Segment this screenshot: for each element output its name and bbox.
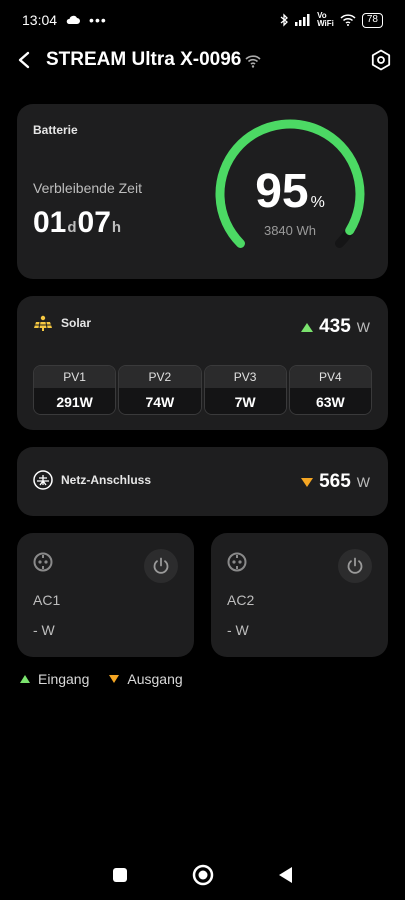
vowifi-label: Vo WiFi (317, 11, 334, 28)
battery-status-icon: 78 (361, 12, 383, 28)
solar-unit: W (356, 319, 370, 335)
legend-input-label: Eingang (38, 671, 90, 687)
back-nav-button[interactable] (278, 866, 294, 884)
solar-header: Solar (33, 315, 91, 331)
home-button[interactable] (192, 864, 214, 886)
status-bar: 13:04 ••• Vo WiFi 78 (0, 0, 405, 40)
hours-unit: h (111, 219, 122, 236)
pv-value: 63W (289, 388, 371, 414)
input-arrow-icon (301, 323, 314, 332)
pv-value: 74W (119, 388, 201, 414)
status-time: 13:04 (22, 12, 58, 28)
solar-value: 435 (319, 316, 351, 337)
ac2-name: AC2 (227, 592, 255, 608)
ac2-card[interactable]: AC2 - W (211, 533, 388, 657)
bluetooth-icon (280, 13, 289, 27)
recents-button[interactable] (112, 867, 128, 883)
back-arrow-icon (18, 51, 30, 69)
wifi-icon (340, 14, 356, 26)
grid-value: 565 (319, 471, 351, 492)
battery-percent: 95% (210, 164, 370, 219)
system-nav-bar (0, 850, 405, 900)
pv-cell-3: PV3 7W (203, 365, 287, 415)
grid-unit: W (356, 474, 370, 490)
settings-button[interactable] (369, 48, 393, 72)
percent-value: 95 (255, 165, 309, 218)
solar-panel-icon (34, 315, 52, 331)
pv-name: PV2 (119, 366, 201, 388)
socket-icon (33, 552, 53, 572)
device-wifi-icon (245, 55, 261, 68)
battery-title: Batterie (33, 123, 78, 137)
pv-cell-4: PV4 63W (288, 365, 372, 415)
ac1-name: AC1 (33, 592, 61, 608)
legend-input: Eingang (20, 671, 89, 687)
status-right: Vo WiFi 78 (279, 12, 383, 28)
solar-power: 435 W (301, 316, 370, 338)
pv-value: 291W (34, 388, 116, 414)
solar-label: Solar (61, 316, 92, 330)
pv-name: PV1 (34, 366, 116, 388)
signal-icon (295, 14, 310, 26)
battery-card[interactable]: Batterie Verbleibende Zeit 01 d 07 h 95%… (17, 104, 388, 279)
page-title: STREAM Ultra X-0096 (46, 49, 242, 70)
ac2-value: - W (227, 622, 249, 638)
output-arrow-icon (109, 675, 120, 683)
pv-name: PV4 (289, 366, 371, 388)
app-header: STREAM Ultra X-0096 (0, 42, 405, 78)
legend-output: Ausgang (109, 671, 183, 687)
power-icon (347, 557, 363, 574)
battery-capacity: 3840 Wh (263, 223, 317, 238)
grid-header: Netz-Anschluss (33, 470, 151, 490)
remaining-time-value: 01 d 07 h (33, 206, 122, 240)
ac1-value: - W (33, 622, 55, 638)
days-unit: d (67, 219, 77, 236)
ac1-power-button[interactable] (144, 549, 178, 583)
pv-value: 7W (204, 388, 286, 414)
output-arrow-icon (301, 478, 314, 487)
pv-grid: PV1 291W PV2 74W PV3 7W PV4 63W (33, 365, 372, 415)
more-dots-icon: ••• (89, 12, 107, 28)
remaining-days: 01 (33, 206, 67, 239)
ac1-card[interactable]: AC1 - W (17, 533, 194, 657)
remaining-time-label: Verbleibende Zeit (33, 180, 142, 196)
pv-name: PV3 (204, 366, 286, 388)
flow-legend: Eingang Ausgang (20, 671, 183, 687)
remaining-hours: 07 (77, 206, 111, 239)
grid-plug-icon (33, 470, 53, 490)
power-icon (153, 557, 169, 574)
socket-icon (227, 552, 247, 572)
status-left: 13:04 ••• (22, 12, 107, 28)
solar-card[interactable]: Solar 435 W PV1 291W PV2 74W PV3 7W PV4 63W (17, 296, 388, 430)
cloud-icon (66, 15, 81, 24)
legend-output-label: Ausgang (127, 671, 183, 687)
hex-settings-icon (371, 49, 391, 71)
grid-label: Netz-Anschluss (61, 473, 152, 487)
pv-cell-1: PV1 291W (33, 365, 117, 415)
pv-cell-2: PV2 74W (118, 365, 202, 415)
grid-card[interactable]: Netz-Anschluss 565 W (17, 447, 388, 516)
ac2-power-button[interactable] (338, 549, 372, 583)
grid-power: 565 W (301, 471, 370, 493)
percent-unit: % (310, 194, 325, 211)
input-arrow-icon (20, 675, 30, 683)
back-button[interactable] (12, 48, 36, 72)
